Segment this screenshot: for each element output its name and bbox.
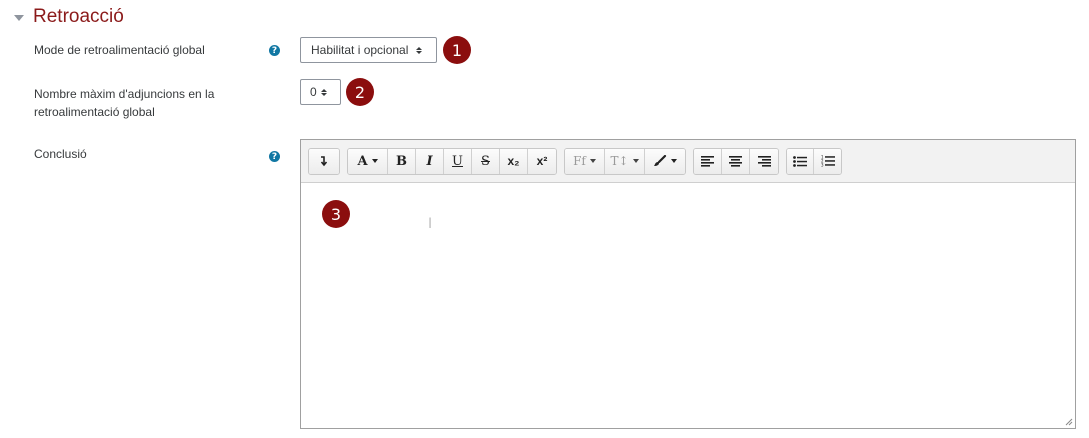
toolbar-group-more	[308, 147, 340, 175]
max-attachments-label: Nombre màxim d'adjuncions en la retroali…	[34, 85, 214, 121]
step-badge-2: 2	[346, 78, 374, 106]
select-arrows-icon	[416, 46, 423, 54]
step-badge-3: 3	[322, 200, 350, 228]
toolbar-group-lists: 123	[786, 147, 842, 175]
toolbar-group-font: Ff T↕	[564, 147, 686, 175]
align-center-button[interactable]	[722, 148, 750, 174]
align-right-icon	[757, 155, 771, 167]
section-title: Retroacció	[33, 6, 124, 27]
show-more-buttons-icon[interactable]	[309, 148, 339, 174]
editor-toolbar: A B I U S x₂ x² Ff T↕ 1 2 3	[301, 140, 1075, 183]
underline-button[interactable]: U	[444, 148, 472, 174]
font-family-icon: Ff	[573, 154, 586, 168]
svg-text:3: 3	[821, 163, 824, 167]
caret-down-icon[interactable]	[14, 14, 24, 21]
question-circle-icon[interactable]: ?	[269, 45, 280, 56]
step-badge-1: 1	[443, 36, 471, 64]
bold-button[interactable]: B	[388, 148, 416, 174]
question-circle-icon[interactable]: ?	[269, 151, 280, 162]
conclusion-label: Conclusió	[34, 147, 87, 161]
ordered-list-icon: 123	[821, 155, 835, 167]
toolbar-group-style: A B I U S x₂ x²	[347, 147, 557, 175]
align-left-icon	[701, 155, 714, 167]
text-cursor-icon: I	[428, 216, 433, 232]
ordered-list-button[interactable]: 123	[814, 148, 841, 174]
unordered-list-icon	[793, 155, 807, 167]
paintbrush-icon	[654, 155, 667, 166]
max-attachments-value: 0	[310, 85, 317, 99]
paintbrush-button[interactable]	[645, 148, 685, 174]
superscript-button[interactable]: x²	[528, 148, 556, 174]
feedback-mode-label: Mode de retroalimentació global	[34, 43, 205, 57]
subscript-button[interactable]: x₂	[500, 148, 528, 174]
max-attachments-label-line2: retroalimentació global	[34, 105, 155, 119]
editor-content-area[interactable]: 3 I	[301, 183, 1075, 428]
align-left-button[interactable]	[694, 148, 722, 174]
strikethrough-button[interactable]: S	[472, 148, 500, 174]
align-right-button[interactable]	[750, 148, 778, 174]
max-attachments-label-line1: Nombre màxim d'adjuncions en la	[34, 87, 215, 101]
feedback-mode-select[interactable]: Habilitat i opcional	[300, 37, 437, 63]
feedback-mode-value: Habilitat i opcional	[311, 43, 409, 57]
select-arrows-icon	[320, 88, 327, 96]
section-header-retroaccio[interactable]: Retroacció	[14, 4, 124, 30]
font-size-button[interactable]: T↕	[605, 148, 645, 174]
font-size-icon: T↕	[610, 154, 629, 168]
font-family-button[interactable]: Ff	[565, 148, 605, 174]
font-color-icon: A	[357, 153, 368, 169]
resize-grip-icon[interactable]	[1065, 418, 1073, 426]
max-attachments-select[interactable]: 0	[300, 79, 341, 105]
unordered-list-button[interactable]	[787, 148, 814, 174]
italic-button[interactable]: I	[416, 148, 444, 174]
toolbar-group-align	[693, 147, 779, 175]
conclusion-editor[interactable]: A B I U S x₂ x² Ff T↕ 1 2 3 3 I	[300, 139, 1076, 429]
font-color-button[interactable]: A	[348, 148, 388, 174]
align-center-icon	[729, 155, 742, 167]
